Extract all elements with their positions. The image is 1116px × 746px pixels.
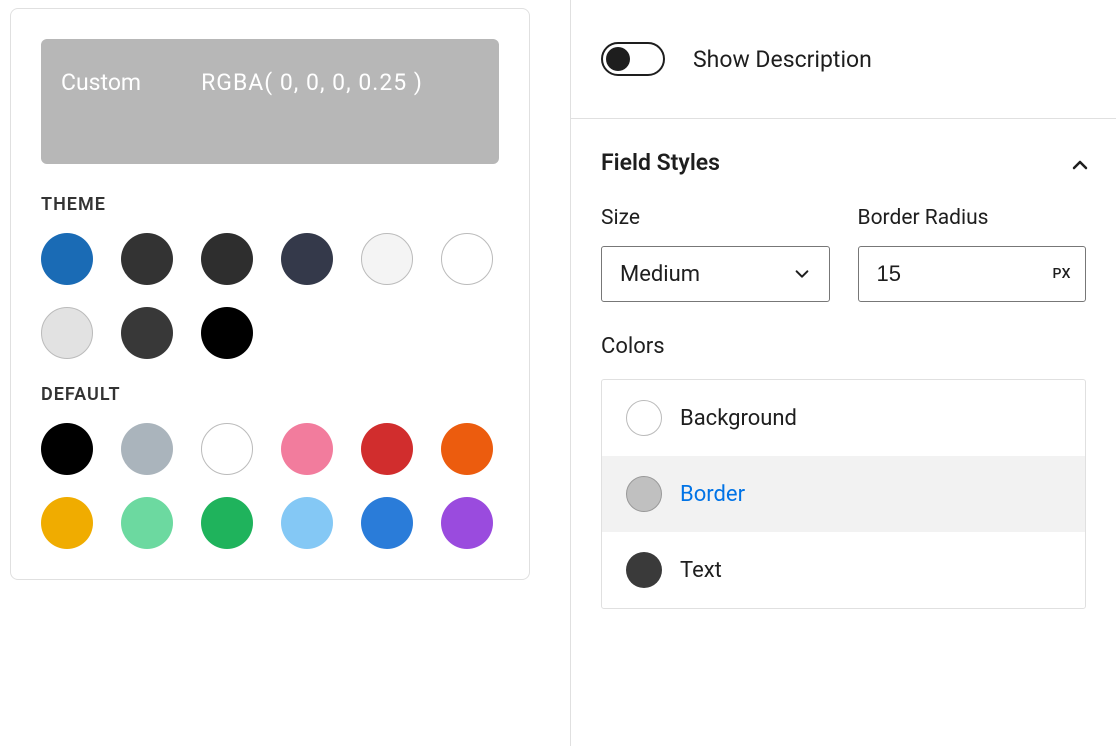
chevron-up-icon <box>1070 155 1086 171</box>
swatch-default-green[interactable] <box>201 497 253 549</box>
theme-palette-heading: THEME <box>41 194 499 215</box>
border-radius-input[interactable] <box>877 261 1053 287</box>
swatch-theme-blue[interactable] <box>41 233 93 285</box>
swatch-default-pink[interactable] <box>281 423 333 475</box>
color-item-label-border: Border <box>680 482 745 507</box>
swatch-default-mint[interactable] <box>121 497 173 549</box>
size-control: Size Medium <box>601 206 830 302</box>
theme-swatch-grid <box>41 233 499 359</box>
swatch-default-blue[interactable] <box>361 497 413 549</box>
color-item-border[interactable]: Border <box>602 456 1085 532</box>
theme-palette-section: THEME <box>41 194 499 359</box>
size-radius-row: Size Medium Border Radius PX <box>571 186 1116 334</box>
border-radius-input-wrap: PX <box>858 246 1087 302</box>
swatch-theme-light-gray[interactable] <box>41 307 93 359</box>
toggle-knob <box>606 47 630 71</box>
field-styles-title: Field Styles <box>601 149 720 176</box>
size-label: Size <box>601 206 830 230</box>
chevron-down-icon <box>793 265 811 283</box>
default-palette-heading: DEFAULT <box>41 384 499 405</box>
custom-color-preview[interactable]: Custom RGBA( 0, 0, 0, 0.25 ) <box>41 39 499 164</box>
custom-color-rgba: RGBA( 0, 0, 0, 0.25 ) <box>201 69 423 96</box>
swatch-default-black[interactable] <box>41 423 93 475</box>
default-swatch-grid <box>41 423 499 549</box>
swatch-default-amber[interactable] <box>41 497 93 549</box>
swatch-default-gray[interactable] <box>121 423 173 475</box>
swatch-default-purple[interactable] <box>441 497 493 549</box>
color-picker-popover: Custom RGBA( 0, 0, 0, 0.25 ) THEME DEFAU… <box>10 8 530 580</box>
color-picker-panel: Custom RGBA( 0, 0, 0, 0.25 ) THEME DEFAU… <box>0 0 570 746</box>
color-item-background[interactable]: Background <box>602 380 1085 456</box>
size-select[interactable]: Medium <box>601 246 830 302</box>
swatch-theme-slate[interactable] <box>281 233 333 285</box>
show-description-toggle[interactable] <box>601 42 665 76</box>
show-description-row: Show Description <box>571 0 1116 119</box>
swatch-theme-dark-gray-1[interactable] <box>121 233 173 285</box>
swatch-theme-dark-gray-3[interactable] <box>121 307 173 359</box>
colors-heading: Colors <box>601 334 1086 359</box>
default-palette-section: DEFAULT <box>41 384 499 549</box>
swatch-default-orange[interactable] <box>441 423 493 475</box>
border-radius-unit[interactable]: PX <box>1052 266 1071 282</box>
swatch-theme-white[interactable] <box>441 233 493 285</box>
color-item-text[interactable]: Text <box>602 532 1085 608</box>
color-item-label-background: Background <box>680 406 797 431</box>
border-radius-label: Border Radius <box>858 206 1087 230</box>
border-radius-control: Border Radius PX <box>858 206 1087 302</box>
colors-section: Colors Background Border Text <box>571 334 1116 609</box>
swatch-theme-white-soft[interactable] <box>361 233 413 285</box>
color-item-label-text: Text <box>680 558 722 583</box>
swatch-default-light-blue[interactable] <box>281 497 333 549</box>
custom-color-label: Custom <box>61 69 141 96</box>
color-swatch-border <box>626 476 662 512</box>
swatch-theme-black[interactable] <box>201 307 253 359</box>
field-styles-header[interactable]: Field Styles <box>571 119 1116 186</box>
swatch-default-red[interactable] <box>361 423 413 475</box>
size-select-value: Medium <box>620 262 793 287</box>
swatch-theme-dark-gray-2[interactable] <box>201 233 253 285</box>
color-swatch-text <box>626 552 662 588</box>
color-swatch-background <box>626 400 662 436</box>
show-description-label: Show Description <box>693 46 872 73</box>
colors-list: Background Border Text <box>601 379 1086 609</box>
settings-sidebar: Show Description Field Styles Size Mediu… <box>570 0 1116 746</box>
swatch-default-white[interactable] <box>201 423 253 475</box>
